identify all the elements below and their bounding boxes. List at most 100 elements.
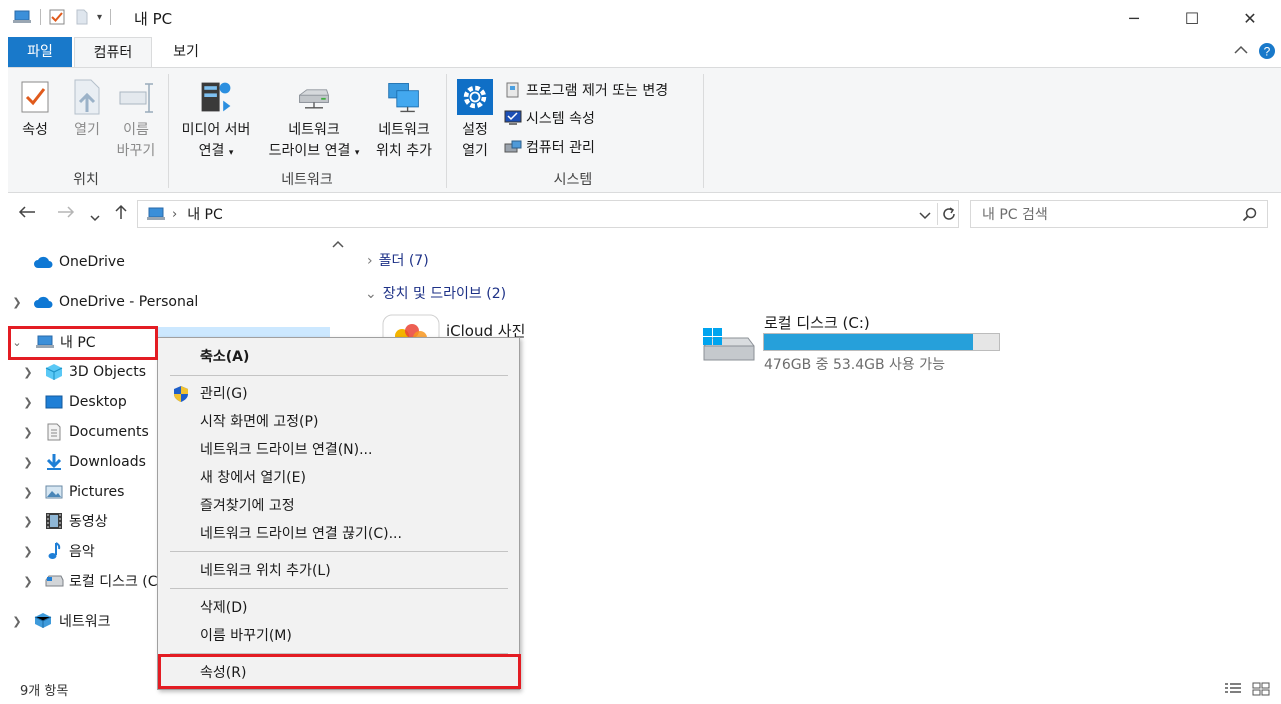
scroll-up-chevron-icon[interactable]	[332, 238, 344, 251]
network-icon	[33, 612, 53, 630]
documents-icon	[44, 423, 64, 441]
local-disk-icon	[44, 572, 64, 590]
folders-section-header[interactable]: › 폴더 (7)	[367, 250, 429, 270]
computer-icon	[146, 206, 166, 222]
expand-chevron-icon[interactable]: ❯	[22, 545, 34, 558]
up-arrow-icon[interactable]	[114, 204, 128, 224]
window-title: 내 PC	[134, 10, 173, 28]
menu-item-rename[interactable]: 이름 바꾸기(M)	[160, 623, 517, 649]
rename-icon	[118, 76, 154, 118]
title-bar: ▾ 내 PC ─ ☐ ✕	[0, 0, 1281, 37]
tab-computer[interactable]: 컴퓨터	[74, 37, 152, 67]
minimize-button[interactable]: ─	[1105, 0, 1163, 37]
group-label-system: 시스템	[553, 172, 593, 188]
expand-chevron-icon[interactable]: ❯	[11, 296, 23, 309]
windows-drive-icon	[700, 326, 756, 366]
properties-button[interactable]: 속성	[14, 76, 56, 141]
onedrive-cloud-icon	[33, 293, 53, 311]
breadcrumb-this-pc[interactable]: 내 PC	[187, 204, 223, 224]
open-settings-button[interactable]: 설정 열기	[452, 76, 498, 162]
address-bar[interactable]: › 내 PC	[137, 200, 959, 228]
open-button[interactable]: 열기	[66, 76, 108, 141]
collapse-ribbon-icon[interactable]	[1234, 43, 1248, 59]
large-icons-view-icon[interactable]	[1252, 682, 1270, 696]
menu-item-collapse[interactable]: 축소(A)	[160, 344, 517, 370]
refresh-icon[interactable]	[941, 206, 957, 226]
network-drive-icon	[296, 76, 332, 118]
details-view-icon[interactable]	[1224, 682, 1242, 696]
search-input[interactable]: 내 PC 검색	[970, 200, 1268, 228]
onedrive-cloud-icon	[33, 253, 53, 271]
expand-chevron-icon[interactable]: ❯	[22, 486, 34, 499]
uninstall-program-button[interactable]: 프로그램 제거 또는 변경	[504, 78, 668, 102]
menu-item-disconnect-network-drive[interactable]: 네트워크 드라이브 연결 끊기(C)...	[160, 521, 517, 547]
menu-separator	[170, 588, 508, 589]
map-network-drive-button[interactable]: 네트워크 드라이브 연결 ▾	[260, 76, 368, 164]
settings-gear-icon	[457, 76, 493, 118]
expand-chevron-icon: ›	[367, 253, 373, 269]
add-network-location-button[interactable]: 네트워크 위치 추가	[368, 76, 440, 162]
menu-separator	[170, 551, 508, 552]
expand-chevron-icon[interactable]: ❯	[11, 615, 23, 628]
forward-arrow-icon[interactable]	[57, 204, 75, 223]
collapse-chevron-icon: ⌄	[365, 286, 377, 302]
maximize-button[interactable]: ☐	[1163, 0, 1221, 37]
computer-icon	[12, 9, 32, 25]
drive-free-space-label: 476GB 중 53.4GB 사용 가능	[764, 357, 946, 373]
system-properties-button[interactable]: 시스템 속성	[504, 106, 595, 130]
menu-item-manage[interactable]: 관리(G)	[160, 381, 517, 407]
drive-usage-bar	[763, 333, 1000, 351]
back-arrow-icon[interactable]	[18, 204, 36, 223]
menu-item-add-network-location[interactable]: 네트워크 위치 추가(L)	[160, 558, 517, 584]
media-server-icon	[198, 76, 234, 118]
tab-view[interactable]: 보기	[152, 37, 220, 67]
expand-chevron-icon[interactable]: ❯	[22, 426, 34, 439]
recent-locations-chevron-icon[interactable]	[90, 207, 100, 226]
expand-chevron-icon[interactable]: ❯	[22, 515, 34, 528]
devices-section-header[interactable]: ⌄ 장치 및 드라이브 (2)	[365, 283, 506, 303]
ribbon-separator	[168, 74, 169, 188]
status-item-count: 9개 항목	[20, 684, 69, 699]
computer-management-icon	[504, 138, 522, 156]
expand-chevron-icon[interactable]: ❯	[22, 456, 34, 469]
customize-dropdown-icon[interactable]: ▾	[97, 12, 102, 23]
music-note-icon	[44, 542, 64, 560]
close-button[interactable]: ✕	[1221, 0, 1279, 37]
menu-item-delete[interactable]: 삭제(D)	[160, 595, 517, 621]
highlight-box-this-pc	[8, 326, 158, 360]
computer-management-button[interactable]: 컴퓨터 관리	[504, 135, 595, 159]
group-label-location: 위치	[73, 172, 99, 188]
properties-check-icon[interactable]	[49, 9, 65, 25]
highlight-box-properties	[158, 654, 521, 689]
expand-chevron-icon[interactable]: ❯	[22, 575, 34, 588]
connect-media-server-button[interactable]: 미디어 서버 연결 ▾	[172, 76, 260, 164]
uac-shield-icon	[172, 385, 190, 403]
breadcrumb-chevron-icon[interactable]: ›	[172, 207, 177, 222]
search-icon[interactable]	[1242, 207, 1258, 227]
drive-usage-fill	[764, 334, 974, 350]
menu-item-map-network-drive[interactable]: 네트워크 드라이브 연결(N)...	[160, 437, 517, 463]
tab-file[interactable]: 파일	[8, 37, 72, 67]
expand-chevron-icon[interactable]: ❯	[22, 396, 34, 409]
ribbon-separator	[703, 74, 704, 188]
uninstall-icon	[504, 81, 522, 99]
menu-item-open-new-window[interactable]: 새 창에서 열기(E)	[160, 465, 517, 491]
pictures-icon	[44, 483, 64, 501]
film-strip-icon	[44, 512, 64, 530]
system-properties-icon	[504, 109, 522, 127]
help-icon[interactable]: ?	[1258, 42, 1276, 64]
address-dropdown-icon[interactable]	[919, 208, 931, 224]
chevron-down-icon: ▾	[228, 148, 234, 158]
properties-check-icon	[17, 76, 53, 118]
ribbon-tabs: 파일 컴퓨터 보기	[0, 37, 1281, 67]
search-placeholder: 내 PC 검색	[982, 207, 1048, 223]
ribbon-separator	[446, 74, 447, 188]
expand-chevron-icon[interactable]: ❯	[22, 366, 34, 379]
menu-item-pin-to-start[interactable]: 시작 화면에 고정(P)	[160, 409, 517, 435]
menu-item-pin-quick-access[interactable]: 즐겨찾기에 고정	[160, 493, 517, 519]
network-location-icon	[386, 76, 422, 118]
rename-button[interactable]: 이름 바꾸기	[112, 76, 160, 162]
chevron-down-icon: ▾	[354, 148, 360, 158]
open-arrow-icon	[69, 76, 105, 118]
new-folder-icon[interactable]	[75, 9, 89, 25]
